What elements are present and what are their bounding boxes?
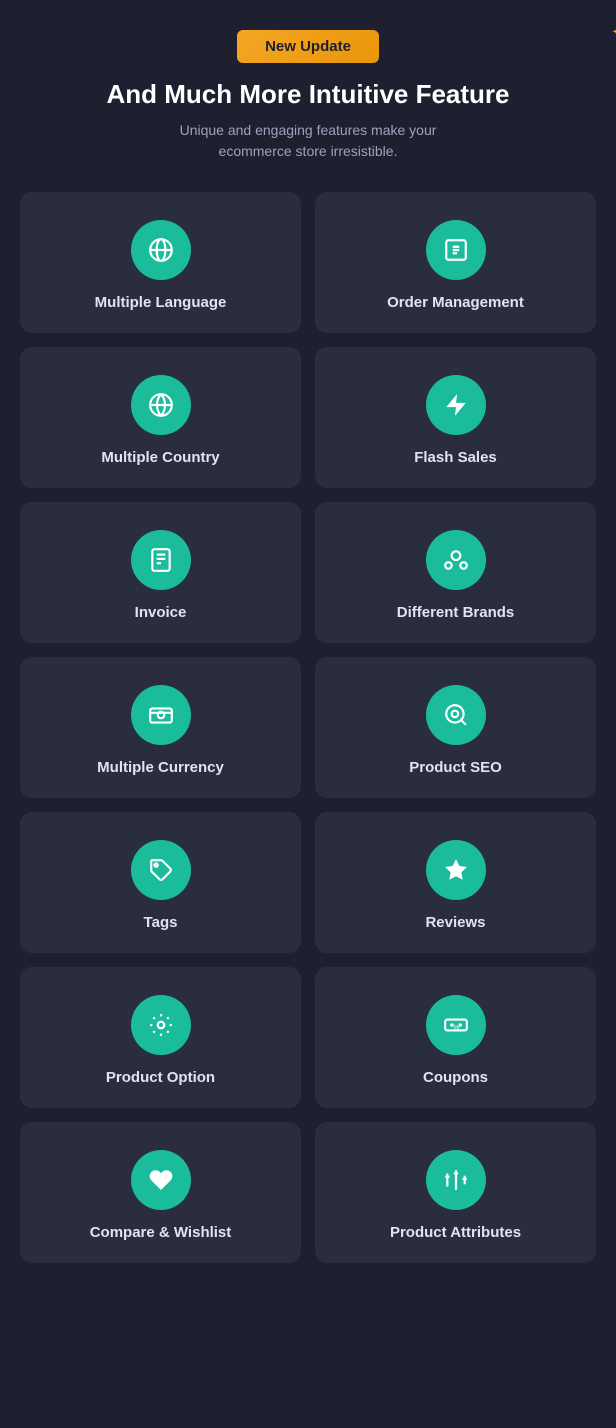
card-product-attributes: Product Attributes xyxy=(315,1122,596,1263)
card-invoice: Invoice xyxy=(20,502,301,643)
order-icon xyxy=(426,220,486,280)
sparkle-icon-1: ✦ xyxy=(611,22,616,43)
brands-icon xyxy=(426,530,486,590)
card-order-management: Order Management xyxy=(315,192,596,333)
page-title: And Much More Intuitive Feature xyxy=(20,79,596,110)
reviews-icon xyxy=(426,840,486,900)
card-reviews-label: Reviews xyxy=(425,914,485,931)
card-multiple-currency: Multiple Currency xyxy=(20,657,301,798)
seo-icon xyxy=(426,685,486,745)
card-different-brands: Different Brands xyxy=(315,502,596,643)
country-icon xyxy=(131,375,191,435)
card-flash-sales-label: Flash Sales xyxy=(414,449,497,466)
coupons-icon: % xyxy=(426,995,486,1055)
card-multiple-language-label: Multiple Language xyxy=(95,294,227,311)
card-coupons: % Coupons xyxy=(315,967,596,1108)
new-update-badge: New Update xyxy=(237,30,379,63)
card-multiple-language: Multiple Language xyxy=(20,192,301,333)
card-coupons-label: Coupons xyxy=(423,1069,488,1086)
card-different-brands-label: Different Brands xyxy=(397,604,515,621)
invoice-icon xyxy=(131,530,191,590)
card-order-management-label: Order Management xyxy=(387,294,524,311)
page-header: New Update ✦ ✦ And Much More Intuitive F… xyxy=(20,30,596,162)
card-invoice-label: Invoice xyxy=(135,604,187,621)
wishlist-icon xyxy=(131,1150,191,1210)
tags-icon xyxy=(131,840,191,900)
attributes-icon xyxy=(426,1150,486,1210)
card-product-option-label: Product Option xyxy=(106,1069,215,1086)
lang-icon xyxy=(131,220,191,280)
page-subtitle: Unique and engaging features make your e… xyxy=(148,120,468,162)
card-reviews: Reviews xyxy=(315,812,596,953)
card-tags-label: Tags xyxy=(144,914,178,931)
card-product-attributes-label: Product Attributes xyxy=(390,1224,521,1241)
card-multiple-country-label: Multiple Country xyxy=(101,449,219,466)
card-product-option: Product Option xyxy=(20,967,301,1108)
currency-icon xyxy=(131,685,191,745)
flash-icon xyxy=(426,375,486,435)
card-multiple-currency-label: Multiple Currency xyxy=(97,759,224,776)
card-product-seo-label: Product SEO xyxy=(409,759,502,776)
svg-text:%: % xyxy=(452,1023,459,1032)
card-compare-wishlist-label: Compare & Wishlist xyxy=(90,1224,232,1241)
features-grid: Multiple Language Order Management Multipl… xyxy=(20,192,596,1263)
card-product-seo: Product SEO xyxy=(315,657,596,798)
option-icon xyxy=(131,995,191,1055)
card-tags: Tags xyxy=(20,812,301,953)
card-compare-wishlist: Compare & Wishlist xyxy=(20,1122,301,1263)
card-multiple-country: Multiple Country xyxy=(20,347,301,488)
card-flash-sales: Flash Sales xyxy=(315,347,596,488)
